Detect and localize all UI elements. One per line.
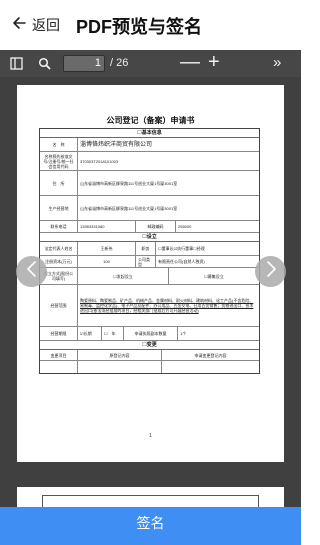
row-label: 住 所 <box>40 171 78 195</box>
chevron-right-icon <box>265 261 277 282</box>
pdf-viewer[interactable]: 公司登记（备案）申请书 ☐基本信息 名 称 淄博恪炜织洋商贸有限公司 名称预先核… <box>0 77 301 507</box>
table-row: 法定代表人姓名 王新伟 职务 ☐董事长☑执行董事☐经理 <box>40 242 259 256</box>
more-tools-button[interactable]: » <box>273 53 282 73</box>
sign-button[interactable]: 签名 <box>0 507 301 545</box>
zoom-out-button[interactable]: — <box>180 51 200 73</box>
table-row: 生产经营地 山东省淄博市高新区柳泉路111号创业大厦1号厦3001室 <box>40 196 259 221</box>
section-basic-info: ☐基本信息 <box>40 129 259 138</box>
row-label: 名 称 <box>40 138 78 151</box>
section-establish: ☐设立 <box>40 233 259 242</box>
change-header-cell: 申请变更登记内容 <box>194 352 227 358</box>
back-button[interactable]: 返回 <box>11 14 60 36</box>
table-row <box>40 361 259 373</box>
type-label: 公司类型 <box>136 256 156 267</box>
table-row: 设立方式(股份公司填写) ☐发起设立 ☐募集设立 <box>40 268 259 285</box>
change-header-cell: 原登记内容 <box>78 350 162 360</box>
search-icon[interactable] <box>36 55 53 72</box>
change-header-cell: 变更项目 <box>40 350 78 360</box>
table-row: 变更项目 原登记内容 申请变更登记内容 <box>40 350 259 361</box>
table-row: 注册资本(万元) 100 公司类型 有限责任公司(自然人独资) <box>40 256 259 268</box>
table-row: 联系电话 13953331080 邮政编码 255000 <box>40 221 259 233</box>
table-row: 经营范围 陶瓷原料、陶瓷制品、矿产品、机械产品、金属材料、耐火材料、建筑材料、化… <box>40 285 259 327</box>
prev-page-button[interactable] <box>16 256 47 287</box>
method-option-1: ☐发起设立 <box>78 268 169 284</box>
role-value: ☐董事长☑执行董事☐经理 <box>158 246 205 251</box>
pdf-toolbar: 1 / 26 — + » <box>0 50 301 77</box>
credit-code-value: 370303T2018101003 <box>80 158 119 164</box>
capital-value: 100 <box>78 256 136 267</box>
phone-value: 13953331080 <box>78 221 136 232</box>
document-title: 公司登记（备案）申请书 <box>106 116 195 125</box>
next-page-button[interactable] <box>255 256 286 287</box>
row-label: 经营期限 <box>40 327 78 340</box>
back-label: 返回 <box>32 17 60 33</box>
copies-value: 1个 <box>180 331 187 336</box>
change-cell <box>162 361 259 373</box>
row-label: 法定代表人姓名 <box>40 242 78 255</box>
change-cell <box>40 361 78 373</box>
company-type-value: 有限责任公司(自然人独资) <box>158 259 205 264</box>
table-row: 名 称 淄博恪炜织洋商贸有限公司 <box>40 138 259 152</box>
pdf-page: 公司登记（备案）申请书 ☐基本信息 名 称 淄博恪炜织洋商贸有限公司 名称预先核… <box>17 85 284 462</box>
back-arrow-icon <box>11 15 27 36</box>
section-change: ☐变更 <box>40 341 259 350</box>
change-cell <box>78 361 162 373</box>
row-label: 联系电话 <box>40 221 78 232</box>
application-form: ☐基本信息 名 称 淄博恪炜织洋商贸有限公司 名称预先核准文号/注册号/统一社会… <box>39 128 260 374</box>
sidebar-toggle-icon[interactable] <box>8 55 25 72</box>
page-total: / 26 <box>110 57 129 69</box>
chevron-left-icon <box>26 261 38 282</box>
table-row: 住 所 山东省淄博市高新区柳泉路111号创业大厦1号厦3001室 <box>40 171 259 196</box>
row-label: 生产经营地 <box>40 196 78 220</box>
table-row: 名称预先核准文号/注册号/统一社会信用代码 370303T2018101003 <box>40 152 259 171</box>
term-option-1: ☑长期 <box>78 327 102 340</box>
role-label: 职务 <box>136 242 156 255</box>
page-number-input[interactable]: 1 <box>63 55 105 72</box>
zoom-in-button[interactable]: + <box>208 51 220 73</box>
pdf-page-next <box>17 487 284 507</box>
page-title: PDF预览与签名 <box>76 17 202 37</box>
postal-label: 邮政编码 <box>136 221 176 232</box>
row-label: 经营范围 <box>40 285 78 326</box>
residence-value: 山东省淄博市高新区柳泉路111号创业大厦1号厦3001室 <box>80 180 178 186</box>
app-header: 返回 PDF预览与签名 <box>0 0 301 50</box>
term-option-2: ☐ 年 <box>102 327 124 340</box>
method-option-2: ☐募集设立 <box>204 273 224 279</box>
next-page-content <box>42 495 259 507</box>
copies-label: 申请执照副本数量 <box>124 327 178 340</box>
table-row: 经营期限 ☑长期 ☐ 年 申请执照副本数量 1个 <box>40 327 259 341</box>
row-label: 名称预先核准文号/注册号/统一社会信用代码 <box>40 152 78 170</box>
pdf-page-number: 1 <box>149 433 152 439</box>
legal-rep-value: 王新伟 <box>78 242 136 255</box>
business-scope-value: 陶瓷原料、陶瓷制品、矿产品、机械产品、金属材料、耐火材料、建筑材料、化工产品(不… <box>80 298 254 313</box>
business-location-value: 山东省淄博市高新区柳泉路111号创业大厦1号厦3001室 <box>80 205 178 211</box>
company-name-value: 淄博恪炜织洋商贸有限公司 <box>80 141 153 148</box>
postal-value: 255000 <box>178 224 192 229</box>
